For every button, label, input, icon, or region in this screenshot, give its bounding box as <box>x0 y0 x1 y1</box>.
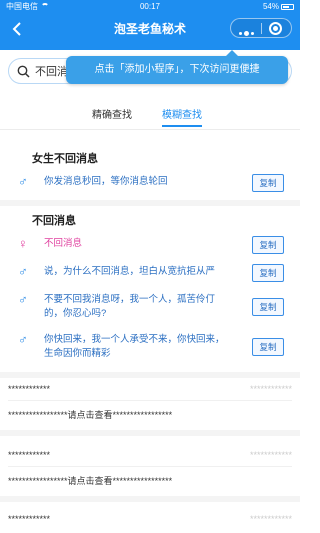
status-time: 00:17 <box>139 2 161 11</box>
section-title: 不回消息 <box>32 215 76 227</box>
more-icon[interactable] <box>239 24 257 36</box>
phrase-text: 你快回来，我一个人承受不来，你快回来，生命因你而精彩 <box>44 334 225 359</box>
list-item: ♂ 不要不回我消息呀，我一个人，孤苦伶仃的，你忍心吗? 复制 <box>18 292 284 324</box>
app-header: 中国电信 00:17 54% 泡圣老鱼秘术 <box>0 0 300 50</box>
male-icon: ♂ <box>18 332 28 347</box>
view-more-link[interactable]: *****************请点击查看***************** <box>8 408 172 421</box>
copy-button[interactable]: 复制 <box>252 236 284 254</box>
list-item: ♂ 你快回来，我一个人承受不来，你快回来，生命因你而精彩 复制 <box>18 332 284 364</box>
phrase-text: 说，为什么不回消息，坦白从宽抗拒从严 <box>44 266 216 277</box>
male-icon: ♂ <box>18 174 28 189</box>
section-title: 女生不回消息 <box>32 153 98 165</box>
copy-button[interactable]: 复制 <box>252 298 284 316</box>
masked-text: ************ <box>8 450 51 460</box>
battery-icon <box>281 4 294 10</box>
copy-button[interactable]: 复制 <box>252 338 284 356</box>
add-mini-program-tooltip[interactable]: 点击「添加小程序」，下次访问更便捷 <box>66 50 288 84</box>
masked-text: ************ <box>249 384 292 394</box>
status-bar: 中国电信 00:17 54% <box>0 0 300 14</box>
copy-button[interactable]: 复制 <box>252 174 284 192</box>
section-divider <box>0 372 300 378</box>
phrase-text: 你发消息秒回，等你消息轮回 <box>44 176 168 187</box>
section-divider <box>0 200 300 206</box>
female-icon: ♀ <box>18 236 28 251</box>
battery-percent: 54% <box>262 2 279 11</box>
phrase-text: 不回消息 <box>44 238 83 249</box>
male-icon: ♂ <box>18 264 28 279</box>
male-icon: ♂ <box>18 292 28 307</box>
masked-text: ************ <box>249 514 292 524</box>
section-divider <box>0 496 300 502</box>
phrase-text: 不要不回我消息呀，我一个人，孤苦伶仃的，你忍心吗? <box>44 294 216 319</box>
list-item: ♀ 不回消息 复制 <box>18 236 284 256</box>
mini-program-capsule <box>230 18 292 38</box>
section-divider <box>0 430 300 436</box>
copy-button[interactable]: 复制 <box>252 264 284 282</box>
tab-fuzzy-search[interactable]: 模糊查找 <box>162 106 202 127</box>
close-program-icon[interactable] <box>269 22 282 35</box>
list-item: ♂ 你发消息秒回，等你消息轮回 复制 <box>18 174 284 194</box>
search-icon <box>17 65 30 78</box>
masked-text: ************ <box>8 514 51 524</box>
list-item: ♂ 说，为什么不回消息，坦白从宽抗拒从严 复制 <box>18 264 284 284</box>
masked-text: ************ <box>8 384 51 394</box>
masked-text: ************ <box>249 450 292 460</box>
search-mode-tabs: 精确查找 模糊查找 <box>0 102 300 130</box>
tab-exact-search[interactable]: 精确查找 <box>92 106 132 121</box>
view-more-link[interactable]: *****************请点击查看***************** <box>8 474 172 487</box>
